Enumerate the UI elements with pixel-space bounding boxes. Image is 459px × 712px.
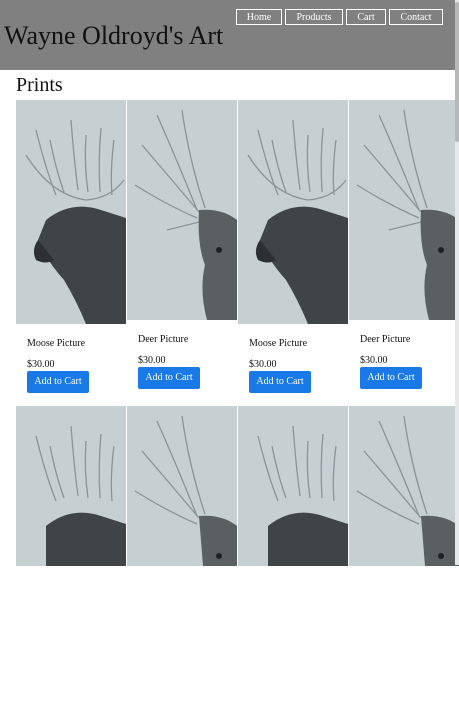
deer-picture-image[interactable] [127, 100, 237, 320]
product-card: Deer Picture $30.00 Add to Cart [349, 100, 459, 406]
product-grid: Moose Picture $30.00 Add to Cart Deer Pi… [16, 100, 459, 712]
add-to-cart-button[interactable]: Add to Cart [360, 367, 422, 389]
nav-contact-button[interactable]: Contact [389, 9, 443, 25]
moose-picture-image[interactable] [16, 406, 126, 566]
product-card [127, 406, 237, 712]
scrollbar-thumb[interactable] [455, 2, 459, 142]
product-card [16, 406, 126, 712]
product-name: Moose Picture [27, 338, 86, 349]
nav-home-button[interactable]: Home [236, 9, 282, 25]
deer-picture-image[interactable] [127, 406, 237, 566]
product-row: Moose Picture $30.00 Add to Cart Deer Pi… [16, 100, 459, 406]
product-name: Deer Picture [138, 334, 189, 345]
deer-picture-image[interactable] [349, 406, 459, 566]
product-card: Deer Picture $30.00 Add to Cart [127, 100, 237, 406]
main-nav: Home Products Cart Contact [236, 9, 446, 25]
nav-cart-button[interactable]: Cart [346, 9, 386, 25]
product-price: $30.00 [360, 355, 388, 366]
product-price: $30.00 [249, 359, 277, 370]
product-name: Deer Picture [360, 334, 411, 345]
moose-picture-image[interactable] [238, 100, 348, 324]
product-card: Moose Picture $30.00 Add to Cart [238, 100, 348, 406]
product-card: Moose Picture $30.00 Add to Cart [16, 100, 126, 406]
site-header: Wayne Oldroyd's Art Home Products Cart C… [0, 0, 459, 70]
product-price: $30.00 [138, 355, 166, 366]
site-title: Wayne Oldroyd's Art [4, 21, 224, 50]
product-price: $30.00 [27, 359, 55, 370]
moose-picture-image[interactable] [16, 100, 126, 324]
add-to-cart-button[interactable]: Add to Cart [27, 371, 89, 393]
product-name: Moose Picture [249, 338, 308, 349]
moose-picture-image[interactable] [238, 406, 348, 566]
add-to-cart-button[interactable]: Add to Cart [138, 367, 200, 389]
page-scrollbar[interactable] [455, 0, 459, 565]
page-title: Prints [16, 74, 63, 96]
nav-products-button[interactable]: Products [285, 9, 343, 25]
product-row [16, 406, 459, 712]
product-card [238, 406, 348, 712]
add-to-cart-button[interactable]: Add to Cart [249, 371, 311, 393]
product-card [349, 406, 459, 712]
deer-picture-image[interactable] [349, 100, 459, 320]
